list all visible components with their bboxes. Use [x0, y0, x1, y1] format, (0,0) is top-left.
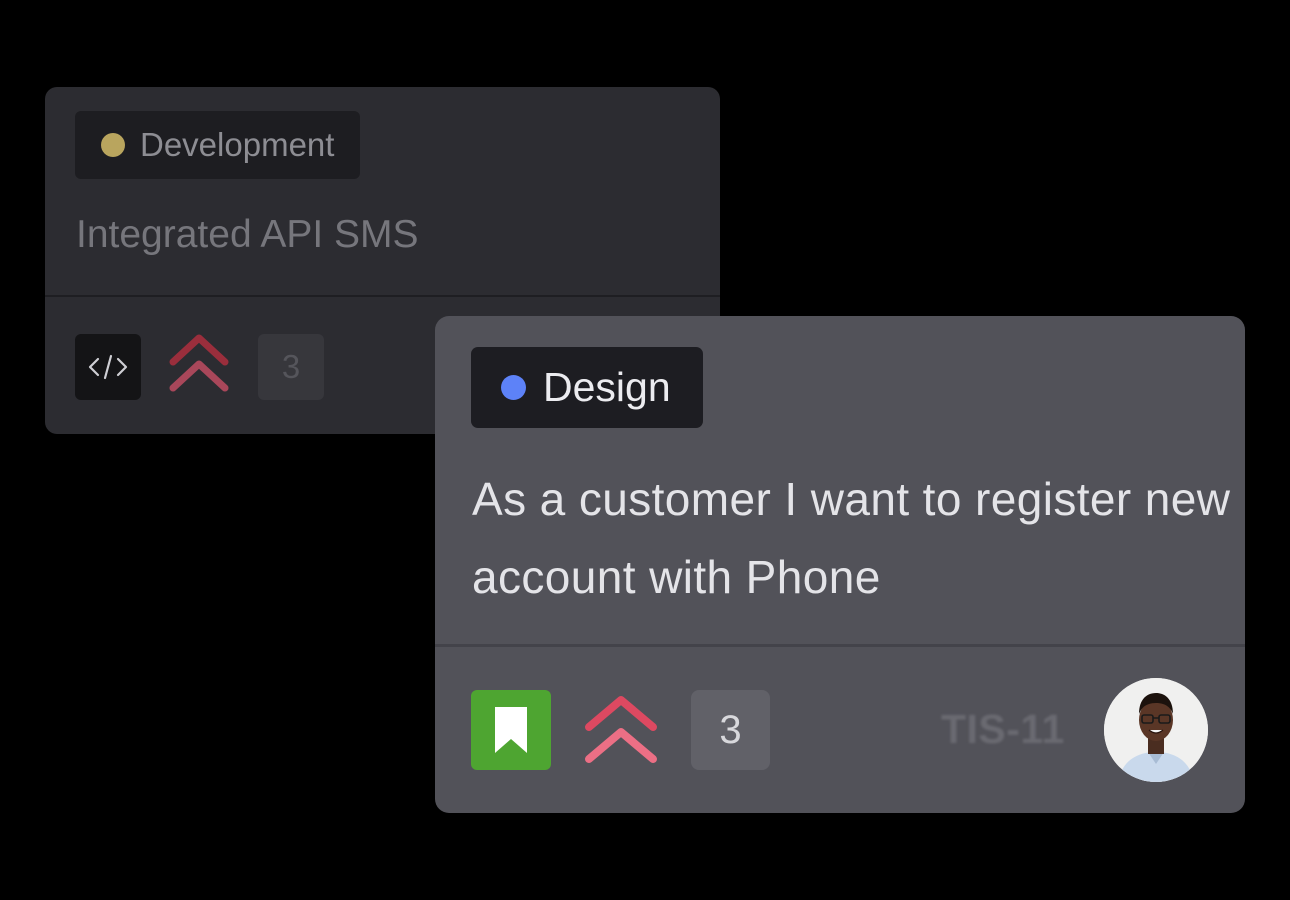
card-title: As a customer I want to register new acc… [472, 473, 1231, 603]
estimate-value: 3 [719, 707, 742, 752]
avatar-photo [1104, 678, 1208, 782]
card-divider [435, 644, 1245, 647]
estimate-value: 3 [281, 348, 301, 385]
category-tag[interactable]: Development [75, 111, 361, 179]
assignee-avatar[interactable] [1104, 678, 1208, 782]
estimate-badge[interactable]: 3 [691, 690, 770, 770]
category-label: Design [543, 364, 671, 410]
estimate-badge[interactable]: 3 [258, 334, 324, 400]
story-type-button[interactable] [471, 690, 551, 770]
category-dot [501, 375, 526, 400]
code-icon [88, 354, 128, 380]
card-title: Integrated API SMS [76, 213, 419, 256]
card-divider [45, 295, 720, 297]
category-dot [101, 133, 125, 157]
double-chevron-up-icon[interactable] [167, 332, 231, 398]
double-chevron-up-icon[interactable] [582, 693, 660, 769]
issue-key[interactable]: TIS-11 [941, 706, 1065, 753]
category-tag[interactable]: Design [471, 347, 703, 428]
bookmark-icon [495, 707, 527, 753]
code-type-button[interactable] [75, 334, 141, 400]
board-stage: Development Integrated API SMS 3 Design … [0, 0, 1290, 900]
category-label: Development [140, 126, 335, 163]
task-card-design[interactable]: Design As a customer I want to register … [435, 316, 1245, 813]
